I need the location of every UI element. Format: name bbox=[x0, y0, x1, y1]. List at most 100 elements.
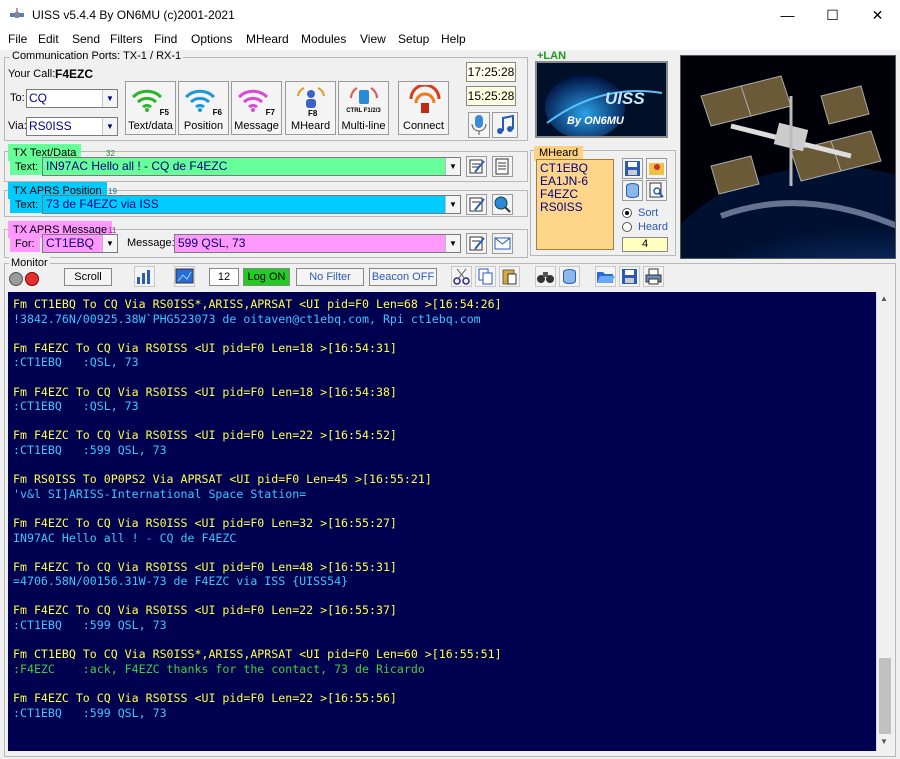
menu-setup[interactable]: Setup bbox=[398, 32, 429, 46]
tx-message-value: 599 QSL, 73 bbox=[178, 236, 246, 250]
screen-icon bbox=[175, 268, 194, 284]
database-icon bbox=[626, 183, 639, 198]
monitor-log[interactable]: Fm CT1EBQ To CQ Via RS0ISS*,ARISS,APRSAT… bbox=[8, 292, 876, 751]
mheard-button[interactable]: F8 MHeard bbox=[285, 81, 336, 135]
logo-subtext: By ON6MU bbox=[567, 115, 624, 127]
text-data-button[interactable]: F5 Text/data bbox=[125, 81, 176, 135]
database-button[interactable] bbox=[559, 266, 580, 287]
sort-radio[interactable] bbox=[622, 208, 632, 218]
copy-button[interactable] bbox=[475, 266, 496, 287]
menu-modules[interactable]: Modules bbox=[301, 32, 346, 46]
menu-view[interactable]: View bbox=[360, 32, 386, 46]
cut-button[interactable] bbox=[451, 266, 472, 287]
menu-send[interactable]: Send bbox=[72, 32, 100, 46]
log-line: Fm F4EZC To CQ Via RS0ISS <UI pid=F0 Len… bbox=[13, 428, 397, 443]
list-item[interactable]: RS0ISS bbox=[540, 201, 613, 214]
floppy-disk-icon bbox=[625, 161, 640, 176]
tx-position-edit-button[interactable] bbox=[466, 194, 487, 215]
mheard-database-button[interactable] bbox=[622, 180, 643, 201]
log-line: :CT1EBQ :QSL, 73 bbox=[13, 399, 139, 414]
filter-toggle[interactable]: No Filter bbox=[296, 268, 364, 286]
mheard-search-button[interactable] bbox=[646, 180, 667, 201]
menu-mheard[interactable]: MHeard bbox=[246, 32, 289, 46]
via-label: Via: bbox=[8, 120, 27, 132]
heard-radio[interactable] bbox=[622, 222, 632, 232]
screen-button[interactable] bbox=[174, 266, 195, 287]
monitor-label: Monitor bbox=[9, 257, 50, 269]
multiline-button[interactable]: CTRL F1/2/3 Multi-line bbox=[338, 81, 389, 135]
via-combo[interactable]: RS0ISS ▼ bbox=[26, 117, 118, 136]
font-size-field[interactable]: 12 bbox=[209, 268, 239, 286]
print-button[interactable] bbox=[643, 266, 664, 287]
tx-text-input[interactable]: IN97AC Hello all ! - CQ de F4EZC ▼ bbox=[42, 157, 461, 176]
maximize-button[interactable]: ☐ bbox=[810, 0, 855, 30]
scroll-up-icon[interactable]: ▲ bbox=[880, 294, 888, 303]
open-button[interactable] bbox=[595, 266, 616, 287]
logo-text: UISS bbox=[605, 89, 645, 108]
tx-message-mail-button[interactable] bbox=[492, 233, 513, 254]
text-data-key: F5 bbox=[159, 108, 169, 117]
for-combo[interactable]: CT1EBQ ▼ bbox=[42, 234, 118, 253]
connect-button[interactable]: Connect bbox=[398, 81, 449, 135]
tx-message-edit-button[interactable] bbox=[466, 233, 487, 254]
tx-text-field-label: Text: bbox=[10, 158, 44, 175]
music-note-icon bbox=[497, 114, 514, 134]
find-button[interactable] bbox=[535, 266, 556, 287]
tx-text-value: IN97AC Hello all ! - CQ de F4EZC bbox=[46, 159, 228, 173]
minimize-button[interactable]: — bbox=[765, 0, 810, 30]
envelope-icon bbox=[494, 237, 511, 250]
mheard-list[interactable]: CT1EBQ EA1JN-6 F4EZC RS0ISS bbox=[536, 159, 614, 250]
log-line: :F4EZC :ack, F4EZC thanks for the contac… bbox=[13, 661, 425, 676]
scrollbar-thumb[interactable] bbox=[879, 658, 891, 734]
menu-filters[interactable]: Filters bbox=[110, 32, 143, 46]
chevron-down-icon: ▼ bbox=[102, 90, 117, 107]
satellite-app-icon bbox=[10, 8, 24, 18]
menu-find[interactable]: Find bbox=[154, 32, 177, 46]
scroll-down-icon[interactable]: ▼ bbox=[880, 737, 888, 746]
multiline-icon bbox=[350, 87, 378, 104]
position-button[interactable]: F6 Position bbox=[178, 81, 229, 135]
log-line: :CT1EBQ :599 QSL, 73 bbox=[13, 705, 167, 720]
space-station-icon bbox=[681, 56, 895, 258]
audio-button[interactable] bbox=[492, 112, 518, 138]
menu-edit[interactable]: Edit bbox=[38, 32, 59, 46]
beacon-toggle[interactable]: Beacon OFF bbox=[369, 268, 437, 286]
microphone-button[interactable] bbox=[468, 112, 490, 138]
close-button[interactable]: ✕ bbox=[855, 0, 900, 30]
chart-button[interactable] bbox=[134, 266, 155, 287]
message-button[interactable]: F7 Message bbox=[231, 81, 282, 135]
tx-message-input[interactable]: 599 QSL, 73 ▼ bbox=[174, 234, 461, 253]
menu-file[interactable]: File bbox=[8, 32, 27, 46]
mheard-map-button[interactable] bbox=[646, 158, 667, 179]
sort-radio-label: Sort bbox=[638, 207, 659, 219]
paste-icon bbox=[502, 269, 517, 285]
to-combo[interactable]: CQ ▼ bbox=[26, 89, 118, 108]
edit-icon bbox=[469, 197, 485, 212]
tx-text-send-button[interactable] bbox=[492, 156, 513, 177]
chevron-down-icon: ▼ bbox=[102, 118, 117, 135]
mheard-save-button[interactable] bbox=[622, 158, 643, 179]
edit-icon bbox=[469, 159, 485, 174]
menu-help[interactable]: Help bbox=[441, 32, 466, 46]
status-led-red bbox=[25, 272, 39, 286]
save-button[interactable] bbox=[619, 266, 640, 287]
tx-position-input[interactable]: 73 de F4EZC via ISS ▼ bbox=[42, 195, 461, 214]
for-label: For: bbox=[10, 235, 40, 252]
wifi-message-icon bbox=[237, 89, 269, 112]
menu-options[interactable]: Options bbox=[191, 32, 232, 46]
local-time-clock: 17:25:28 bbox=[466, 62, 516, 82]
paste-button[interactable] bbox=[499, 266, 520, 287]
monitor-scrollbar[interactable]: ▲ ▼ bbox=[876, 292, 892, 751]
tx-text-edit-button[interactable] bbox=[466, 156, 487, 177]
tx-position-locate-button[interactable] bbox=[492, 194, 513, 215]
log-toggle[interactable]: Log ON bbox=[243, 268, 290, 286]
log-line: Fm F4EZC To CQ Via RS0ISS <UI pid=F0 Len… bbox=[13, 691, 397, 706]
scroll-toggle[interactable]: Scroll bbox=[64, 268, 112, 286]
multiline-key: CTRL F1/2/3 bbox=[346, 108, 381, 114]
wifi-text-icon bbox=[131, 89, 163, 112]
